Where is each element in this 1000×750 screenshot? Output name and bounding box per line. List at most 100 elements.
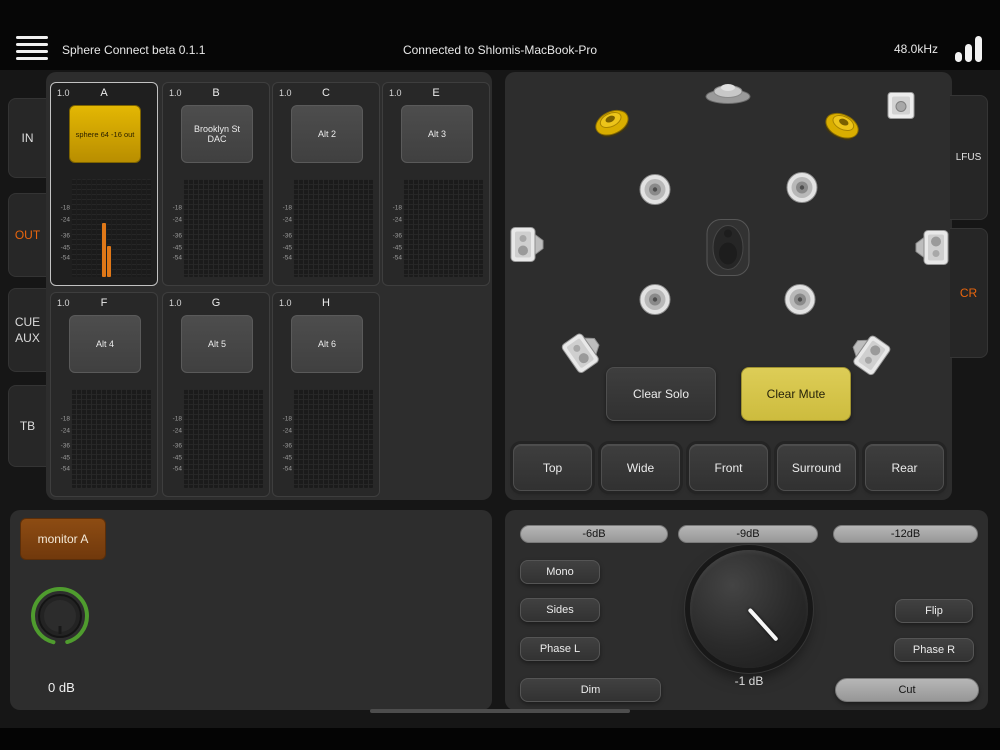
flip-button[interactable]: Flip <box>895 599 973 623</box>
sidebar-tab-tb[interactable]: TB <box>8 385 46 467</box>
mono-button[interactable]: Mono <box>520 560 600 584</box>
meter-channel-slot <box>314 179 318 277</box>
meter-channel-slot <box>194 389 198 488</box>
meter-channel-slot <box>194 179 198 277</box>
meter-scale-label: -54 <box>60 254 70 262</box>
meter-channel-slot <box>147 179 151 277</box>
output-letter: F <box>100 297 108 309</box>
group-button-top[interactable]: Top <box>513 444 592 491</box>
monitor-level-knob[interactable] <box>26 582 94 650</box>
clear-mute-button[interactable]: Clear Mute <box>741 367 851 421</box>
wide-right-speaker-icon[interactable] <box>813 101 869 155</box>
meter-channel-slot <box>214 179 218 277</box>
right-tab-cr[interactable]: CR <box>950 228 988 358</box>
meter-channel-slot <box>137 179 141 277</box>
meter-channel-slot <box>329 179 333 277</box>
output-card-c[interactable]: 1.0 C Alt 2 -18 -24 -36 -45 -54 <box>272 82 380 286</box>
output-card-g[interactable]: 1.0 G Alt 5 -18 -24 -36 -45 -54 <box>162 292 270 497</box>
top-center-speaker-icon[interactable] <box>704 80 752 111</box>
meter-scale: -18 -24 -36 -45 -54 <box>389 179 403 277</box>
main-volume-knob[interactable] <box>690 550 808 668</box>
top-rear-left-speaker-icon[interactable] <box>638 283 672 322</box>
wide-left-speaker-icon[interactable] <box>585 98 641 152</box>
right-tab-lfus[interactable]: LFUS <box>950 95 988 220</box>
clear-solo-button[interactable]: Clear Solo <box>606 367 716 421</box>
side-right-speaker-icon[interactable] <box>914 223 950 268</box>
output-card-h[interactable]: 1.0 H Alt 6 -18 -24 -36 -45 -54 <box>272 292 380 497</box>
side-left-speaker-icon[interactable] <box>509 225 545 270</box>
meter-scale-label: -45 <box>282 454 292 462</box>
bottom-scroll-handle[interactable] <box>370 709 630 713</box>
sidebar-tab-out-label: OUT <box>14 228 41 242</box>
meter-channel-slot <box>117 389 121 488</box>
phase-r-button[interactable]: Phase R <box>894 638 974 662</box>
output-select-b[interactable]: Brooklyn St DAC <box>181 105 253 163</box>
top-rear-right-speaker-icon[interactable] <box>783 283 817 322</box>
output-select-h[interactable]: Alt 6 <box>291 315 363 373</box>
meter-channel-slot <box>224 389 228 488</box>
meter-channel-slot <box>209 389 213 488</box>
monitor-source-button[interactable]: monitor A <box>20 518 106 560</box>
meter-scale-label: -24 <box>60 216 70 224</box>
output-select-g[interactable]: Alt 5 <box>181 315 253 373</box>
group-button-wide[interactable]: Wide <box>601 444 680 491</box>
meter-channel-slot <box>439 179 443 277</box>
dim-preset-9db[interactable]: -9dB <box>678 525 818 543</box>
meter-channel-slot <box>244 179 248 277</box>
meter-scale-label: -45 <box>60 454 70 462</box>
meter-channel-slot <box>239 389 243 488</box>
cut-button[interactable]: Cut <box>835 678 979 702</box>
meter-channel-slot <box>339 389 343 488</box>
meter-channel-slot <box>254 179 258 277</box>
meter-channel-slot <box>304 389 308 488</box>
output-card-f[interactable]: 1.0 F Alt 4 -18 -24 -36 -45 -54 <box>50 292 158 497</box>
sidebar-tab-cue-aux[interactable]: CUE AUX <box>8 288 46 372</box>
rear-left-speaker-icon[interactable] <box>557 324 612 382</box>
meter-channels <box>294 179 373 277</box>
meter-channel-slot <box>229 179 233 277</box>
meter-channel-slot <box>309 389 313 488</box>
meter-channel-slot <box>304 179 308 277</box>
rear-right-speaker-icon[interactable] <box>842 322 897 380</box>
output-card-e[interactable]: 1.0 E Alt 3 -18 -24 -36 -45 -54 <box>382 82 490 286</box>
meter-channel-slot <box>344 179 348 277</box>
group-button-front[interactable]: Front <box>689 444 768 491</box>
center-speaker-icon[interactable] <box>702 217 754 284</box>
monitor-level-readout: 0 dB <box>48 680 75 695</box>
group-button-surround[interactable]: Surround <box>777 444 856 491</box>
meter-scale-label: -36 <box>60 232 70 240</box>
meter-channel-slot <box>344 389 348 488</box>
output-select-a[interactable]: sphere 64 -16 out <box>69 105 141 163</box>
sides-button[interactable]: Sides <box>520 598 600 622</box>
output-select-c[interactable]: Alt 2 <box>291 105 363 163</box>
dim-preset-12db[interactable]: -12dB <box>833 525 978 543</box>
sidebar-tab-in[interactable]: IN <box>8 98 46 178</box>
meter-channel-slot <box>132 389 136 488</box>
meter-channel-slot <box>479 179 483 277</box>
meter-channel-slot <box>299 389 303 488</box>
top-front-right-speaker-icon[interactable] <box>785 171 819 210</box>
meter-scale: -18 -24 -36 -45 -54 <box>57 179 71 277</box>
meter-channel-slot <box>329 389 333 488</box>
output-card-a[interactable]: 1.0 A sphere 64 -16 out -18 -24 -36 -45 -54 <box>50 82 158 286</box>
meter-channel-slot <box>404 179 408 277</box>
phase-l-button[interactable]: Phase L <box>520 637 600 661</box>
top-right-box-speaker-icon[interactable] <box>886 91 916 126</box>
meter-channel-slot <box>204 389 208 488</box>
dim-preset-6db[interactable]: -6dB <box>520 525 668 543</box>
meter-channel-slot <box>224 179 228 277</box>
dim-button[interactable]: Dim <box>520 678 661 702</box>
meter-channel-slot <box>259 389 263 488</box>
output-select-e[interactable]: Alt 3 <box>401 105 473 163</box>
audio-level-icon[interactable] <box>952 34 984 62</box>
meter-channel-slot <box>234 179 238 277</box>
meter-channel-slot <box>459 179 463 277</box>
meter-channel-slot <box>137 389 141 488</box>
output-select-f[interactable]: Alt 4 <box>69 315 141 373</box>
sidebar-tab-out[interactable]: OUT <box>8 193 46 277</box>
group-button-rear[interactable]: Rear <box>865 444 944 491</box>
meter-channel-slot <box>364 389 368 488</box>
meter-channel-slot <box>82 389 86 488</box>
top-front-left-speaker-icon[interactable] <box>638 173 672 212</box>
output-card-b[interactable]: 1.0 B Brooklyn St DAC -18 -24 -36 -45 -54 <box>162 82 270 286</box>
